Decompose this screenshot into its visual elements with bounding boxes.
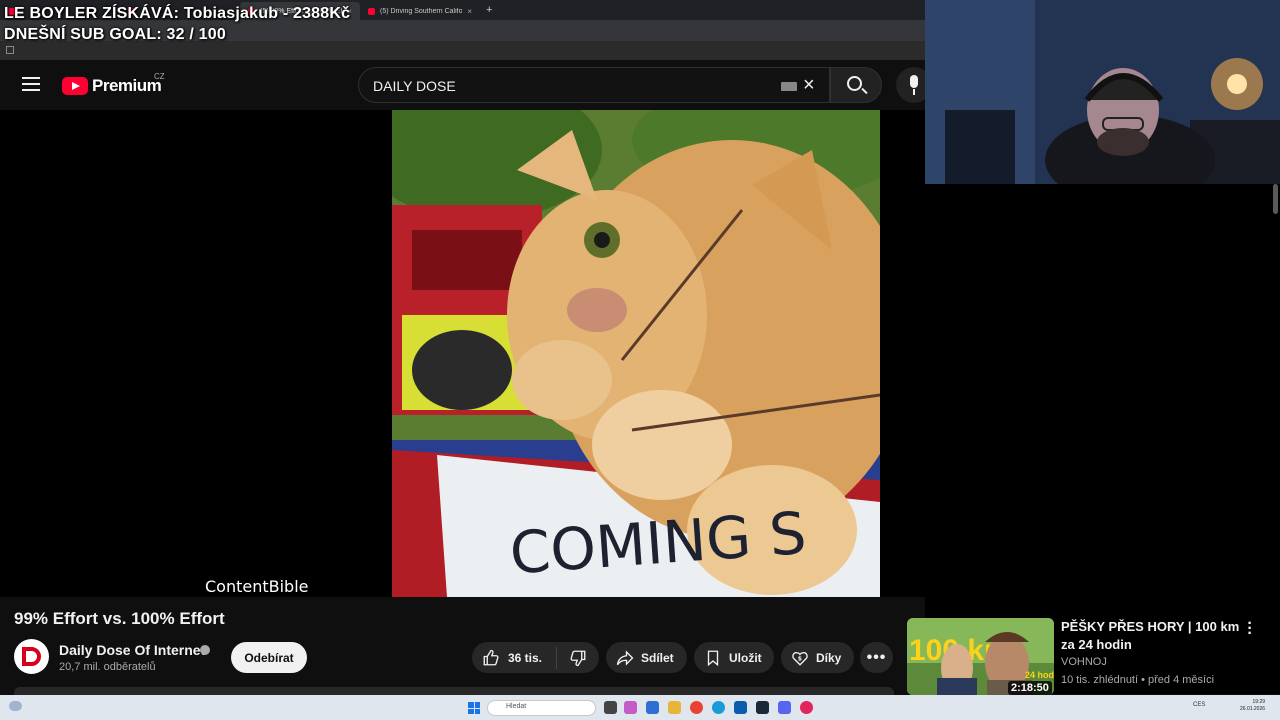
more-actions-button[interactable]: ••• [860,642,893,673]
stream-overlay: LE BOYLER ZÍSKÁVÁ: Tobiasjakub - 2388Kč … [4,3,350,45]
video-duration: 2:18:50 [1008,681,1052,695]
task-view-icon[interactable] [604,701,617,714]
subscriber-count: 20,7 mil. odběratelů [59,661,156,673]
recommendation-title[interactable]: PĚŠKY PŘES HORY | 100 km za 24 hodin [1061,618,1241,654]
sub-goal: DNEŠNÍ SUB GOAL: 32 / 100 [4,26,226,43]
thanks-label: Díky [816,650,842,665]
clock-time: 19:29 [1252,699,1266,705]
svg-text:$: $ [798,655,802,662]
donation-alert: LE BOYLER ZÍSKÁVÁ: Tobiasjakub - 2388Kč [4,5,351,22]
save-button[interactable]: Uložit [694,642,774,673]
video-frame-image: COMING S [392,110,880,597]
webcam-image [925,0,1280,184]
edge-icon[interactable] [712,701,725,714]
app-icon[interactable] [646,701,659,714]
dislike-button[interactable] [557,649,599,667]
bookmark-icon [707,650,719,666]
youtube-premium-logo[interactable]: Premium [62,76,162,96]
save-label: Uložit [729,650,762,665]
share-icon [616,649,634,666]
subscribe-button[interactable]: Odebírat [231,642,307,673]
verified-icon [200,645,210,655]
app-icon[interactable] [734,701,747,714]
search-button[interactable] [830,67,882,103]
weather-widget-icon[interactable] [9,701,22,711]
microphone-icon [910,75,918,88]
discord-icon[interactable] [778,701,791,714]
recommendation-meta: 10 tis. zhlédnutí • před 4 měsíci [1061,674,1215,686]
menu-icon[interactable] [22,77,40,91]
chrome-icon[interactable] [690,701,703,714]
youtube-favicon-icon [368,7,375,15]
taskbar-search-input[interactable] [487,700,596,716]
search-input[interactable]: DAILY DOSE × [358,67,830,103]
video-player[interactable]: COMING S ContentBible [0,110,925,597]
tab-close-icon[interactable]: × [467,7,472,16]
clock-date: 26.01.2026 [1240,706,1266,712]
taskbar-clock[interactable]: 19:29 26.01.2026 [1240,699,1265,713]
super-thanks-icon: $ [792,651,808,666]
video-watermark: ContentBible [205,577,309,596]
search-query: DAILY DOSE [373,78,456,94]
like-count: 36 tis. [508,650,543,665]
share-button[interactable]: Sdílet [606,642,687,673]
apps-grid-icon[interactable] [6,46,14,54]
youtube-play-icon [62,77,88,95]
region-code: CZ [154,72,165,81]
logo-text: Premium [92,76,162,95]
thumbs-down-icon [570,650,586,666]
like-button[interactable]: 36 tis. [472,646,557,669]
copilot-icon[interactable] [624,701,637,714]
streamer-webcam [925,0,1280,184]
recommendation-channel[interactable]: VOHNOJ [1061,656,1107,668]
screen: (5) 99% Effort vs. 100% Effort × (5) Dri… [0,0,1280,720]
keyboard-icon[interactable] [781,82,797,91]
steam-icon[interactable] [756,701,769,714]
video-frame[interactable]: COMING S [392,110,880,597]
tab-title: (5) Driving Southern California [380,7,463,15]
share-label: Sdílet [641,650,674,665]
language-indicator[interactable]: CES [1193,702,1205,708]
channel-name[interactable]: Daily Dose Of Internet [59,642,205,658]
search-icon [847,76,862,91]
description-box[interactable] [14,687,894,695]
kebab-menu-icon[interactable]: · · · [1245,616,1255,642]
windows-taskbar [0,695,1280,720]
clear-search-icon[interactable]: × [803,75,815,95]
start-icon[interactable] [468,702,480,714]
thumbs-up-icon [483,649,499,665]
youtube-header: Premium CZ DAILY DOSE × [0,60,925,110]
scrollbar-thumb[interactable] [1273,184,1278,214]
thanks-button[interactable]: $ Díky [781,642,854,673]
channel-avatar[interactable] [14,639,49,674]
browser-tab[interactable]: (5) Driving Southern California × [360,2,480,20]
thumbnail-subtext: 24 hod [1025,670,1054,680]
file-explorer-icon[interactable] [668,701,681,714]
taskbar-search-placeholder: Hledat [506,703,527,710]
new-tab-button[interactable]: + [486,4,492,16]
like-dislike-group: 36 tis. [472,642,599,673]
video-title: 99% Effort vs. 100% Effort [14,609,225,628]
app-icon[interactable] [800,701,813,714]
